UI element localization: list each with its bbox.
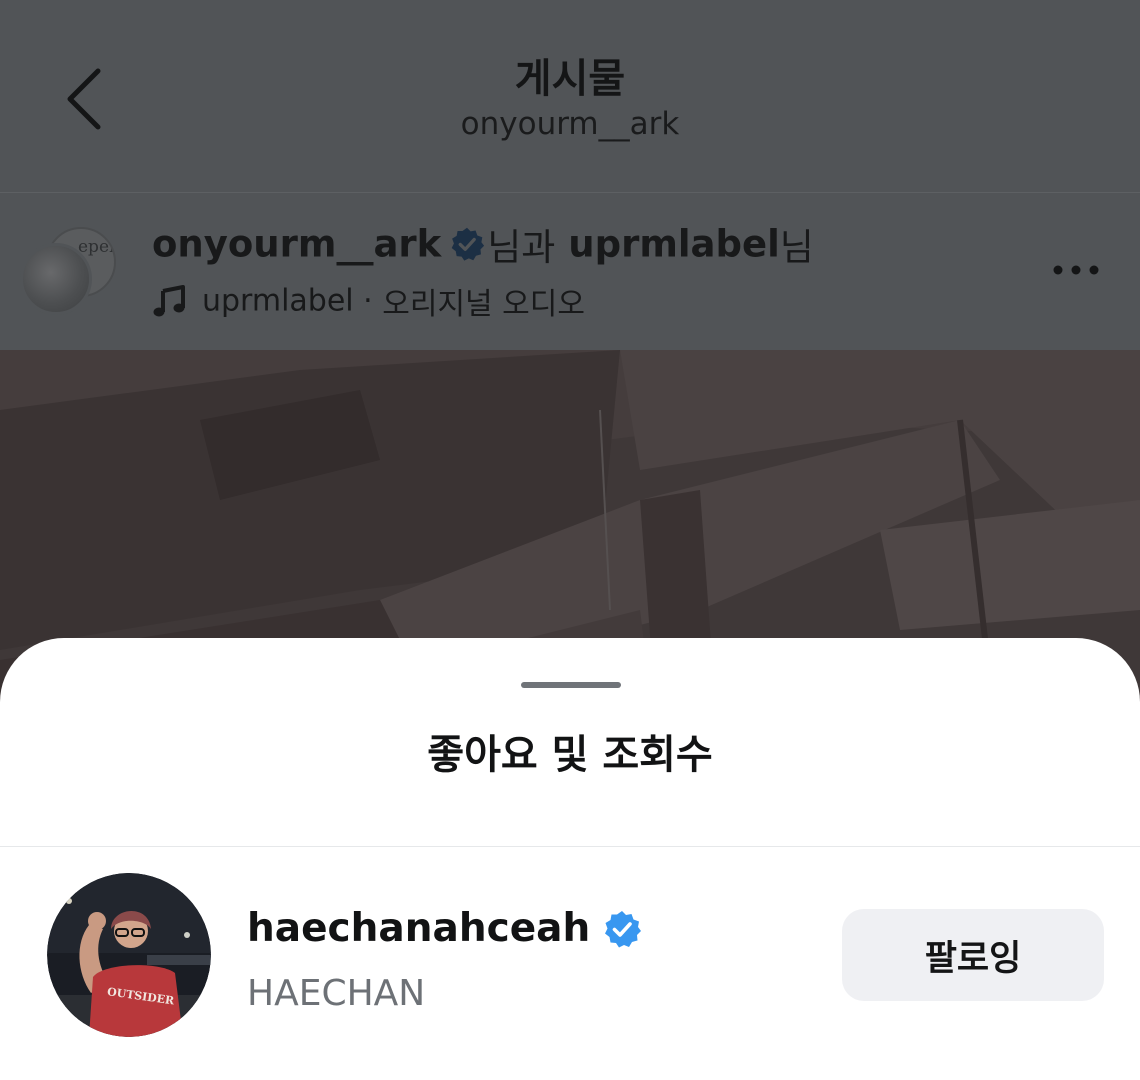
audio-info[interactable]: uprmlabel · 오리지널 오디오 — [152, 279, 585, 323]
user-full-name: HAECHAN — [247, 973, 426, 1014]
music-note-icon — [153, 285, 185, 317]
screen: 게시물 onyourm__ark eper n onyourm__ark 님과 … — [0, 0, 1140, 1080]
collaborator-username[interactable]: uprmlabel — [568, 223, 780, 266]
page-title: 게시물 — [514, 56, 626, 102]
collab-avatars[interactable]: eper n — [20, 227, 120, 317]
post-info: eper n onyourm__ark 님과 uprmlabel님 uprmla… — [0, 193, 1140, 350]
more-button[interactable] — [1048, 255, 1108, 285]
author-avatar — [20, 243, 92, 315]
likes-sheet: 좋아요 및 조회수 OUTSIDER haechanahceah HAECHAN… — [0, 638, 1140, 1080]
sheet-drag-handle[interactable] — [521, 682, 621, 688]
header: 게시물 onyourm__ark — [0, 0, 1140, 193]
audio-separator: · — [353, 283, 383, 319]
sheet-title: 좋아요 및 조회수 — [427, 732, 713, 778]
audio-owner: uprmlabel — [202, 283, 354, 319]
more-horizontal-icon — [1053, 265, 1099, 275]
verified-badge-icon — [451, 227, 485, 261]
audio-title: 오리지널 오디오 — [382, 287, 585, 322]
verified-badge-icon — [605, 910, 642, 947]
user-username[interactable]: haechanahceah — [247, 906, 590, 951]
user-username-line: haechanahceah — [247, 904, 642, 951]
author-username[interactable]: onyourm__ark — [152, 223, 441, 266]
collab-suffix: 님 — [779, 226, 814, 269]
post-author-line: onyourm__ark 님과 uprmlabel님 — [152, 217, 814, 271]
page-subtitle: onyourm__ark — [460, 106, 680, 142]
following-button[interactable]: 팔로잉 — [842, 909, 1104, 1001]
user-avatar-photo: OUTSIDER — [47, 873, 211, 1037]
collab-connector: 님과 — [487, 226, 556, 269]
user-avatar[interactable]: OUTSIDER — [47, 873, 211, 1037]
user-list-item[interactable]: OUTSIDER haechanahceah HAECHAN 팔로잉 — [0, 847, 1140, 1067]
